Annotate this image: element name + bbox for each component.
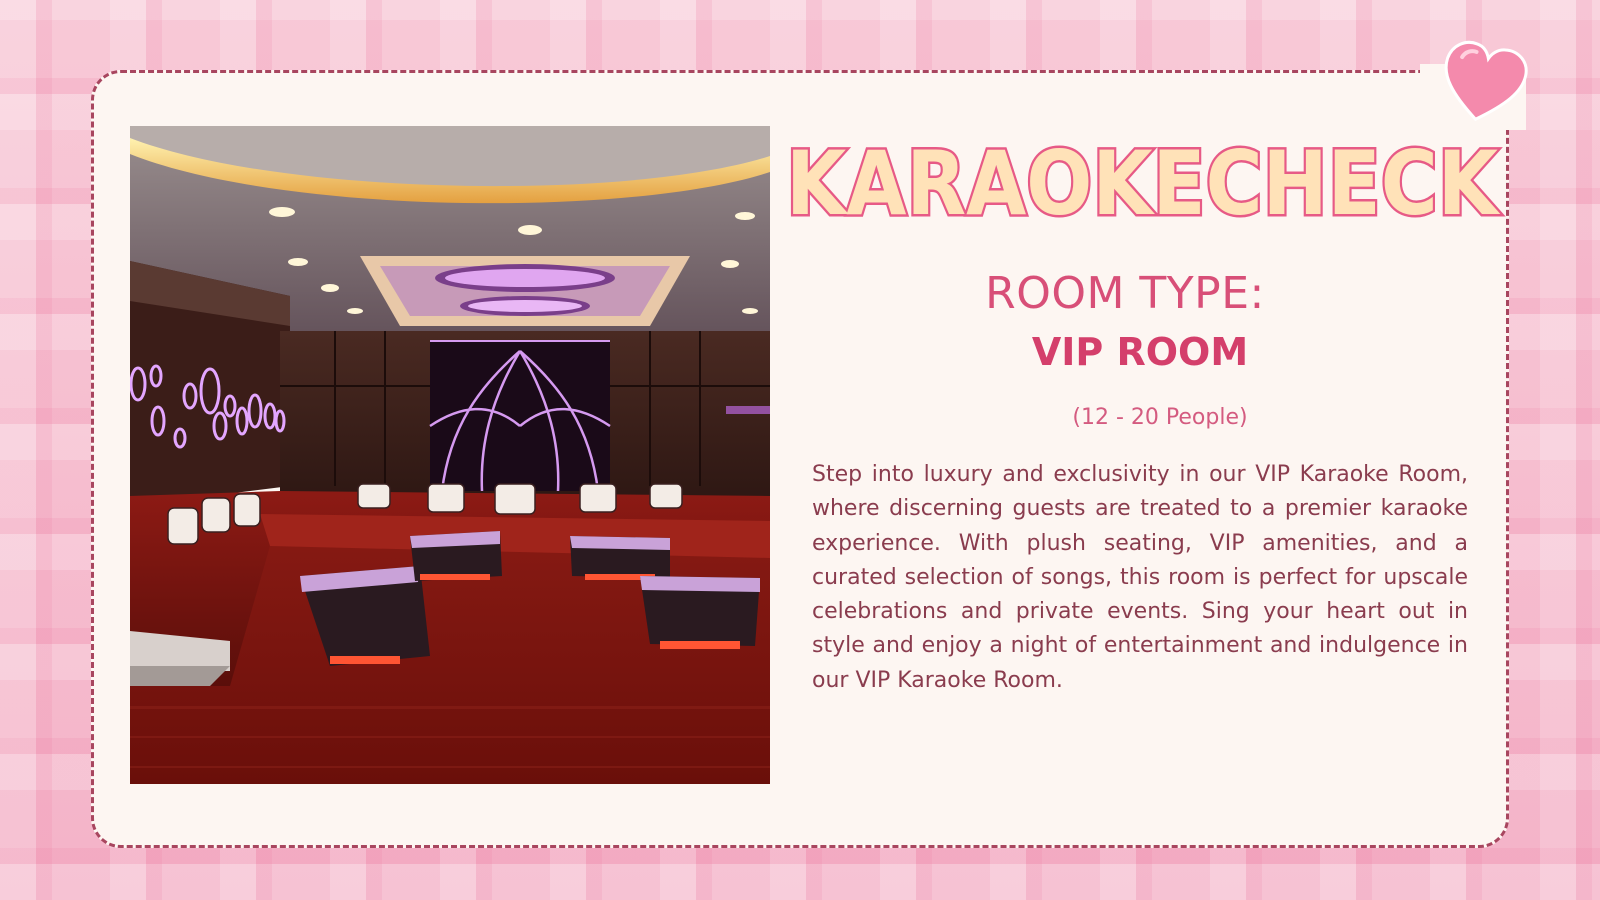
brand-title-text: KARAOKECHECK <box>786 132 1500 230</box>
room-capacity: (12 - 20 People) <box>1072 405 1248 430</box>
room-type-label: ROOM TYPE: <box>985 268 1265 319</box>
brand-title: KARAOKECHECK <box>775 130 1510 230</box>
room-name: VIP ROOM <box>1031 330 1249 374</box>
vip-room-photo <box>130 126 770 784</box>
room-description: Step into luxury and exclusivity in our … <box>812 462 1468 693</box>
heart-icon <box>1435 36 1531 132</box>
